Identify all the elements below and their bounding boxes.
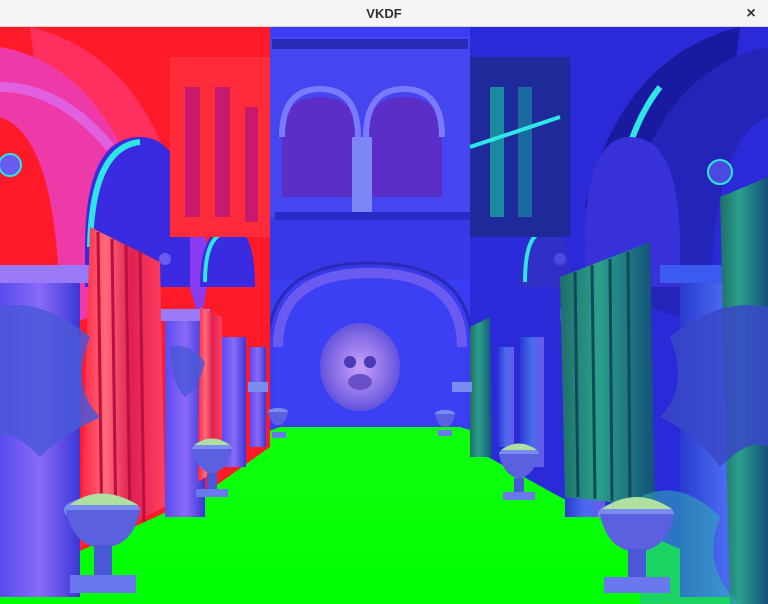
window-title: VKDF (366, 6, 402, 21)
close-icon[interactable]: × (740, 3, 762, 24)
title-bar[interactable]: VKDF × (0, 0, 768, 27)
scene-canvas (0, 27, 768, 604)
lion-head-relief (320, 323, 400, 411)
render-viewport[interactable] (0, 27, 768, 604)
upper-arches (270, 37, 470, 220)
app-window: VKDF × (0, 0, 768, 604)
